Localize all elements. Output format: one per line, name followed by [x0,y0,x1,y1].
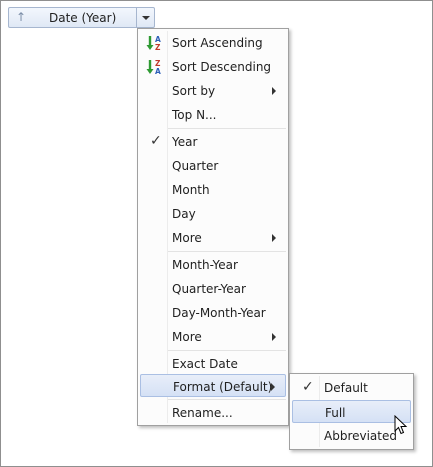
menu-item-label: Full [325,406,346,420]
field-context-menu: A Z Sort Ascending Z A Sort Descending S… [137,28,289,426]
menu-item-label: Format (Default) [173,380,273,394]
menu-item-day-month-year[interactable]: Day-Month-Year [140,301,286,324]
submenu-arrow-icon [272,87,276,95]
submenu-arrow-icon [272,234,276,242]
menu-item-more-combined[interactable]: More [140,325,286,348]
menu-item-label: Day-Month-Year [172,306,266,320]
menu-item-label: Month-Year [172,258,238,272]
chevron-down-icon [142,16,150,20]
submenu-item-default[interactable]: ✓ Default [292,376,411,399]
menu-item-label: Sort by [172,84,216,98]
format-submenu: ✓ Default Full Abbreviated [289,373,414,450]
menu-item-label: Rename... [172,406,233,420]
menu-item-rename[interactable]: Rename... [140,401,286,424]
menu-separator [168,128,286,129]
svg-text:Z: Z [155,43,161,52]
menu-item-label: Month [172,183,210,197]
menu-item-label: More [172,330,202,344]
menu-item-label: Quarter-Year [172,282,246,296]
field-label: Date (Year) [49,11,117,25]
menu-item-more-date-parts[interactable]: More [140,226,286,249]
menu-item-label: Quarter [172,159,219,173]
submenu-arrow-icon [271,383,275,391]
menu-item-label: Default [324,381,368,395]
menu-separator [168,350,286,351]
menu-separator [168,399,286,400]
menu-item-top-n[interactable]: Top N... [140,103,286,126]
menu-separator [168,251,286,252]
menu-item-day[interactable]: Day [140,202,286,225]
menu-item-quarter-year[interactable]: Quarter-Year [140,277,286,300]
date-year-field-button[interactable]: ↑ Date (Year) [8,7,155,28]
menu-item-month[interactable]: Month [140,178,286,201]
menu-item-label: Sort Descending [172,60,272,74]
menu-item-label: Sort Ascending [172,36,263,50]
menu-item-sort-ascending[interactable]: A Z Sort Ascending [140,31,286,54]
dropdown-button[interactable] [136,8,154,27]
sort-ascending-icon: A Z [146,35,161,52]
menu-item-label: More [172,231,202,245]
menu-item-label: Day [172,207,196,221]
checkmark-icon: ✓ [302,379,314,395]
menu-item-format[interactable]: Format (Default) [140,374,286,397]
checkmark-icon: ✓ [150,133,162,149]
menu-item-year[interactable]: ✓ Year [140,130,286,153]
menu-item-label: Year [172,135,198,149]
mouse-pointer-icon [394,415,408,435]
sort-up-arrow-icon: ↑ [16,10,27,24]
menu-item-quarter[interactable]: Quarter [140,154,286,177]
menu-item-label: Abbreviated [324,429,397,443]
menu-item-sort-descending[interactable]: Z A Sort Descending [140,55,286,78]
sort-descending-icon: Z A [146,59,161,76]
submenu-arrow-icon [272,333,276,341]
svg-text:A: A [155,67,161,76]
menu-item-sort-by[interactable]: Sort by [140,79,286,102]
menu-item-exact-date[interactable]: Exact Date [140,352,286,375]
menu-item-month-year[interactable]: Month-Year [140,253,286,276]
menu-item-label: Top N... [172,108,217,122]
menu-item-label: Exact Date [172,357,238,371]
